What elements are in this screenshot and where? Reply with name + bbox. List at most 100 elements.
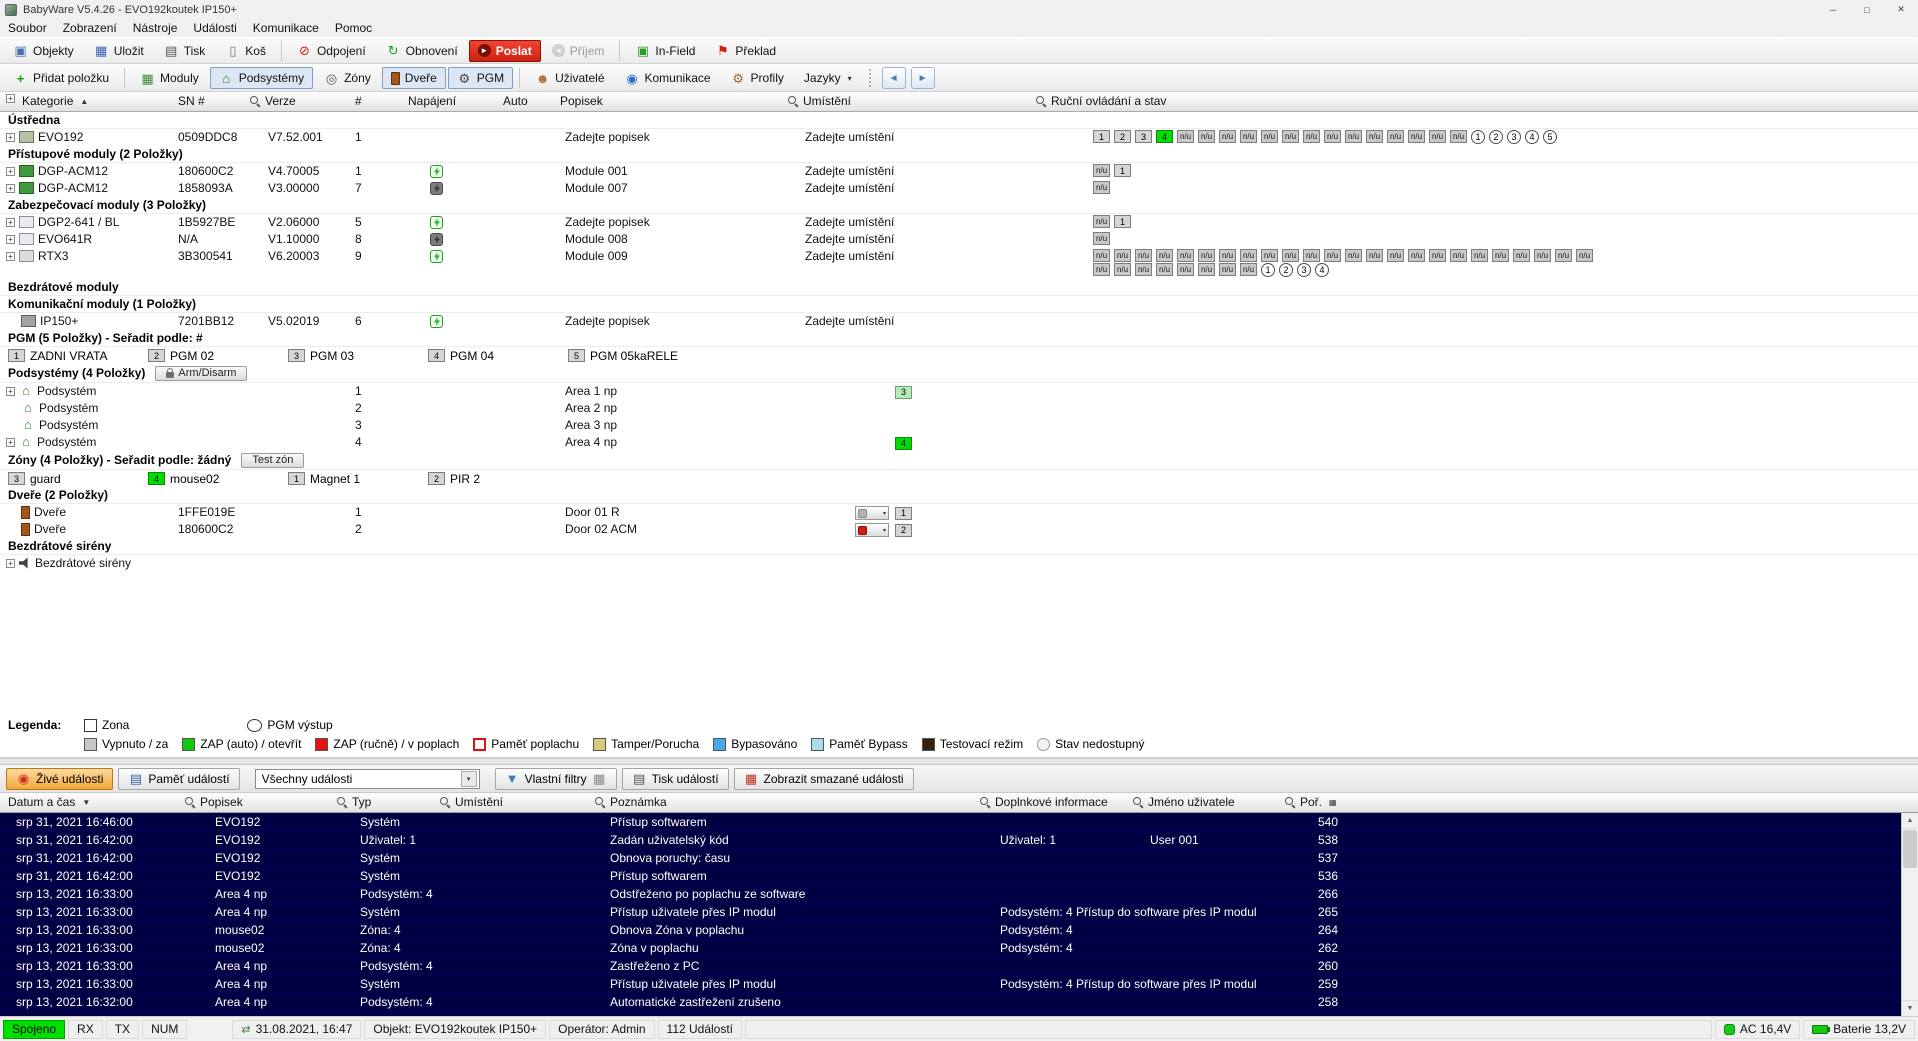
button-podsystemy[interactable]: ⌂Podsystémy (210, 67, 313, 89)
button-dvere[interactable]: Dveře (382, 67, 446, 89)
status-badge[interactable]: n/u (1198, 130, 1215, 143)
status-badge[interactable]: n/u (1366, 130, 1383, 143)
status-badge[interactable]: n/u (1282, 249, 1299, 262)
module-row[interactable]: +DGP-ACM12180600C2V4.700051Module 001Zad… (0, 163, 1918, 180)
status-badge[interactable]: n/u (1240, 130, 1257, 143)
list-item[interactable]: 2PIR 2 (428, 472, 568, 486)
status-badge[interactable]: n/u (1534, 249, 1551, 262)
status-badge[interactable]: n/u (1219, 249, 1236, 262)
status-badge[interactable]: n/u (1408, 249, 1425, 262)
module-row[interactable]: ⌂Podsystém3Area 3 np (0, 417, 1918, 434)
minimize-button[interactable]: ─ (1816, 0, 1850, 19)
module-row[interactable]: ⌂Podsystém2Area 2 np (0, 400, 1918, 417)
expand-icon[interactable]: + (6, 167, 15, 176)
button-profily[interactable]: ⚙Profily (722, 67, 793, 89)
column-typ[interactable]: Typ (337, 795, 371, 809)
column-poradi[interactable]: Poř.▦ (1285, 795, 1337, 809)
close-button[interactable]: ✕ (1884, 0, 1918, 19)
status-badge[interactable]: 2 (1114, 130, 1131, 143)
status-badge[interactable]: n/u (1093, 232, 1110, 245)
list-item[interactable]: 1Magnet 1 (288, 472, 428, 486)
module-row[interactable]: +EVO1920509DDC8V7.52.0011Zadejte popisek… (0, 129, 1918, 146)
status-badge[interactable]: n/u (1387, 249, 1404, 262)
pgm-output-badge[interactable]: 4 (1525, 130, 1539, 144)
scroll-down-icon[interactable]: ▼ (1902, 1000, 1918, 1016)
column-doplnkove-informace[interactable]: Doplnkové informace (980, 795, 1108, 809)
module-row[interactable]: +⌂Podsystém1Area 1 np3 (0, 383, 1918, 400)
scrollbar-thumb[interactable] (1903, 830, 1917, 868)
button-arm-disarm[interactable]: Arm/Disarm (155, 366, 247, 381)
list-item[interactable]: 3PGM 03 (288, 349, 428, 363)
module-row[interactable]: +DGP-ACM121858093AV3.000007Module 007Zad… (0, 180, 1918, 197)
pgm-output-badge[interactable]: 3 (1507, 130, 1521, 144)
button-objekty[interactable]: ▣Objekty (4, 40, 83, 62)
status-badge[interactable]: 1 (1114, 164, 1131, 177)
column-umisteni[interactable]: Umístění (440, 795, 503, 809)
status-badge[interactable]: n/u (1177, 249, 1194, 262)
button-vlastni-filtry[interactable]: ▼Vlastní filtry▦ (495, 768, 617, 790)
pgm-output-badge[interactable]: 2 (1279, 263, 1293, 277)
list-item[interactable]: 4mouse02 (148, 472, 288, 486)
event-row[interactable]: srp 13, 2021 16:33:00Area 4 npPodsystém:… (0, 885, 1918, 903)
column-umisteni[interactable]: Umístění (788, 94, 851, 108)
event-filter-dropdown[interactable]: Všechny události▾ (255, 769, 480, 789)
scroll-up-icon[interactable]: ▲ (1902, 813, 1918, 829)
status-badge[interactable]: n/u (1156, 249, 1173, 262)
menu-nastroje[interactable]: Nástroje (125, 20, 186, 36)
status-badge[interactable]: n/u (1429, 249, 1446, 262)
module-row[interactable]: +EVO641RN/AV1.100008Module 008Zadejte um… (0, 231, 1918, 248)
button-prijem[interactable]: ◄Příjem (543, 40, 614, 62)
column-auto[interactable]: Auto (503, 94, 528, 108)
status-badge[interactable]: n/u (1282, 130, 1299, 143)
column-rucni-ovladani[interactable]: Ruční ovládání a stav (1036, 94, 1166, 108)
status-badge[interactable]: n/u (1177, 130, 1194, 143)
expand-icon[interactable]: + (6, 218, 15, 227)
status-badge[interactable]: n/u (1219, 130, 1236, 143)
status-badge[interactable]: n/u (1492, 249, 1509, 262)
status-badge[interactable]: n/u (1093, 215, 1110, 228)
button-zobrazit-smazane-udalosti[interactable]: ▦Zobrazit smazané události (734, 768, 914, 790)
event-row[interactable]: srp 13, 2021 16:33:00mouse02Zóna: 4Obnov… (0, 921, 1918, 939)
button-poslat[interactable]: ►Poslat (469, 40, 541, 62)
status-badge[interactable]: n/u (1093, 249, 1110, 262)
status-badge[interactable]: n/u (1429, 130, 1446, 143)
column-popisek[interactable]: Popisek (560, 94, 603, 108)
expand-icon[interactable]: + (6, 438, 15, 447)
event-row[interactable]: srp 31, 2021 16:42:00EVO192Uživatel: 1Za… (0, 831, 1918, 849)
status-badge[interactable]: n/u (1513, 249, 1530, 262)
status-badge[interactable]: n/u (1093, 164, 1110, 177)
column-napajeni[interactable]: Napájení (408, 94, 456, 108)
column-datum-a-cas[interactable]: Datum a čas▼ (8, 795, 90, 809)
button-test-zon[interactable]: Test zón (241, 453, 304, 468)
expand-icon[interactable]: + (6, 133, 15, 142)
event-row[interactable]: srp 31, 2021 16:42:00EVO192SystémObnova … (0, 849, 1918, 867)
expand-all-icon[interactable]: + (6, 94, 15, 103)
status-badge[interactable]: n/u (1345, 130, 1362, 143)
event-row[interactable]: srp 31, 2021 16:46:00EVO192SystémPřístup… (0, 813, 1918, 831)
status-badge[interactable]: 3 (8, 472, 25, 485)
status-badge[interactable]: n/u (1324, 249, 1341, 262)
status-badge[interactable]: 1 (1093, 130, 1110, 143)
pgm-output-badge[interactable]: 1 (1471, 130, 1485, 144)
status-badge[interactable]: n/u (1219, 263, 1236, 276)
status-badge[interactable]: n/u (1135, 263, 1152, 276)
column-kategorie[interactable]: Kategorie▲ (22, 94, 88, 108)
status-badge[interactable]: 4 (1156, 130, 1173, 143)
forward-button[interactable]: ► (911, 67, 935, 89)
status-badge[interactable]: n/u (1240, 263, 1257, 276)
status-badge[interactable]: n/u (1114, 249, 1131, 262)
button-jazyky[interactable]: Jazyky▾ (795, 67, 861, 89)
column-poznamka[interactable]: Poznámka (595, 795, 667, 809)
list-item[interactable]: 1ZADNI VRATA (8, 349, 148, 363)
event-row[interactable]: srp 13, 2021 16:32:00Area 4 npPodsystém:… (0, 993, 1918, 1011)
status-badge[interactable]: n/u (1345, 249, 1362, 262)
expand-icon[interactable]: + (6, 252, 15, 261)
pgm-output-badge[interactable]: 2 (1489, 130, 1503, 144)
status-badge[interactable]: n/u (1450, 130, 1467, 143)
list-item[interactable]: 3guard (8, 472, 148, 486)
back-button[interactable]: ◄ (882, 67, 906, 89)
door-state-dropdown[interactable]: ▾ (855, 506, 889, 520)
status-badge[interactable]: n/u (1240, 249, 1257, 262)
event-row[interactable]: srp 13, 2021 16:33:00mouse02Zóna: 4Zóna … (0, 939, 1918, 957)
pgm-output-badge[interactable]: 3 (1297, 263, 1311, 277)
